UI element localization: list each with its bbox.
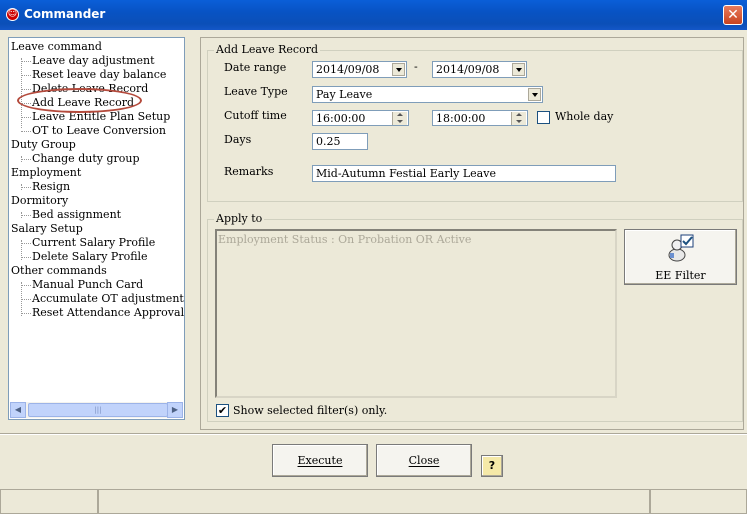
cutoff-time-label: Cutoff time [224,109,287,122]
tree-connector [21,187,31,188]
tree-item-reset-attendance-approval-leve[interactable]: Reset Attendance Approval Leve [32,306,184,319]
tree-item-change-duty-group[interactable]: Change duty group [32,152,140,165]
tree-item-other-commands[interactable]: Other commands [11,264,107,277]
date-from-dropdown-arrow[interactable] [392,63,405,76]
tree-connector [21,215,31,216]
bottom-separator [0,433,747,435]
tree-connector [21,243,31,244]
scroll-thumb-grip: ||| [94,406,102,414]
days-input[interactable]: 0.25 [312,133,368,150]
date-to-dropdown-arrow[interactable] [512,63,525,76]
filter-criteria-box[interactable]: Employment Status : On Probation OR Acti… [215,229,617,398]
tree-item-resign[interactable]: Resign [32,180,70,193]
ee-filter-label: EE Filter [655,269,706,282]
apply-to-group-title: Apply to [214,212,265,225]
window-title: Commander [24,7,106,21]
date-from-value: 2014/09/08 [316,63,380,76]
leave-type-select[interactable]: Pay Leave [312,86,543,103]
tree-item-bed-assignment[interactable]: Bed assignment [32,208,121,221]
tree-item-employment[interactable]: Employment [11,166,81,179]
days-label: Days [224,133,252,146]
cutoff-to-value: 18:00:00 [436,112,486,125]
tree-horizontal-scrollbar[interactable]: ◀ ||| ▶ [10,402,183,418]
tree-connector [21,61,31,62]
tree-item-leave-command[interactable]: Leave command [11,40,102,53]
filter-user-icon [668,234,694,262]
help-button[interactable]: ? [481,455,503,477]
status-pane-3 [650,489,747,514]
leave-type-label: Leave Type [224,85,288,98]
app-icon: ☺ [6,8,19,21]
tree-item-leave-day-adjustment[interactable]: Leave day adjustment [32,54,155,67]
ee-filter-button[interactable]: EE Filter [624,229,737,285]
status-pane-1 [0,489,98,514]
date-to-picker[interactable]: 2014/09/08 [432,61,527,78]
remarks-label: Remarks [224,165,274,178]
date-range-separator: - [414,60,418,73]
tree-item-delete-salary-profile[interactable]: Delete Salary Profile [32,250,148,263]
date-range-label: Date range [224,61,287,74]
cutoff-to-spinner[interactable] [511,112,526,125]
tree-item-ot-to-leave-conversion[interactable]: OT to Leave Conversion [32,124,166,137]
cutoff-from-value: 16:00:00 [316,112,366,125]
tree-item-salary-setup[interactable]: Salary Setup [11,222,83,235]
tree-connector [21,89,31,90]
tree-item-current-salary-profile[interactable]: Current Salary Profile [32,236,155,249]
whole-day-checkbox[interactable] [537,111,550,124]
tree-item-reset-leave-day-balance[interactable]: Reset leave day balance [32,68,166,81]
add-leave-group-title: Add Leave Record [214,43,320,56]
filter-criteria-text: Employment Status : On Probation OR Acti… [218,233,472,246]
close-button[interactable]: Close [376,444,472,477]
cutoff-to-time-input[interactable]: 18:00:00 [432,110,528,126]
execute-button[interactable]: Execute [272,444,368,477]
show-selected-label: Show selected filter(s) only. [233,404,388,417]
date-from-picker[interactable]: 2014/09/08 [312,61,407,78]
tree-connector [21,313,31,314]
tree-connector [21,75,31,76]
tree-connector [21,299,31,300]
show-selected-checkbox[interactable]: ✔ [216,404,229,417]
cutoff-from-spinner[interactable] [392,112,407,125]
leave-type-value: Pay Leave [316,88,373,101]
tree-connector [21,131,31,132]
help-icon: ? [488,459,496,472]
tree-item-duty-group[interactable]: Duty Group [11,138,76,151]
remarks-input[interactable]: Mid-Autumn Festial Early Leave [312,165,616,182]
tree-connector [21,159,31,160]
close-window-button[interactable]: ✕ [723,5,743,25]
tree-connector [21,117,31,118]
tree-connector [21,257,31,258]
title-bar: ☺ Commander ✕ [0,0,747,30]
scroll-right-button[interactable]: ▶ [167,402,183,418]
leave-type-dropdown-arrow[interactable] [528,88,541,101]
tree-connector [21,285,31,286]
tree-item-dormitory[interactable]: Dormitory [11,194,68,207]
tree-item-accumulate-ot-adjustment[interactable]: Accumulate OT adjustment [32,292,184,305]
whole-day-label: Whole day [555,110,614,123]
tree-item-manual-punch-card[interactable]: Manual Punch Card [32,278,143,291]
status-pane-2 [98,489,650,514]
scroll-thumb[interactable]: ||| [28,403,168,417]
scroll-left-button[interactable]: ◀ [10,402,26,418]
highlight-annotation [17,88,142,113]
cutoff-from-time-input[interactable]: 16:00:00 [312,110,409,126]
date-to-value: 2014/09/08 [436,63,500,76]
